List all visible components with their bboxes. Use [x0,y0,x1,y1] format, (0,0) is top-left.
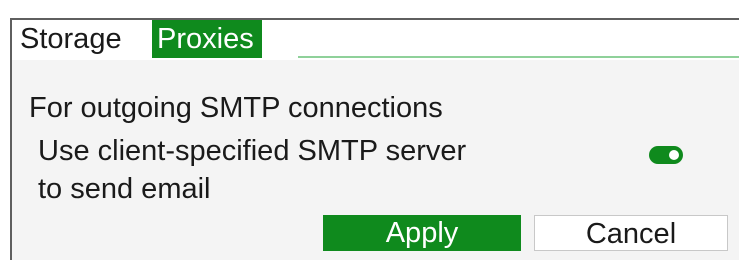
tab-bar: Storage Proxies [12,20,739,60]
client-smtp-option-label-line1: Use client-specified SMTP server [38,135,467,167]
apply-button[interactable]: Apply [323,215,521,251]
proxies-content: For outgoing SMTP connections Use client… [12,60,739,260]
client-smtp-toggle[interactable] [649,146,683,164]
toggle-knob [669,150,679,160]
proxies-settings-panel: Storage Proxies For outgoing SMTP connec… [10,18,739,260]
cancel-button[interactable]: Cancel [534,215,728,251]
client-smtp-option-label: Use client-specified SMTP server to send… [38,132,466,208]
smtp-section-heading: For outgoing SMTP connections [29,92,443,124]
tab-underline [298,56,739,58]
tab-proxies[interactable]: Proxies [152,20,262,58]
tab-storage[interactable]: Storage [20,20,122,58]
client-smtp-option-label-line2: to send email [38,173,211,205]
